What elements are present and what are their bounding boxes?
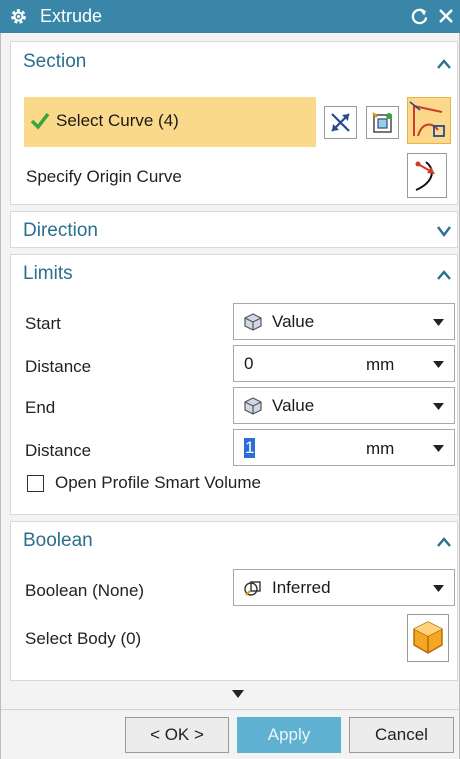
reverse-arrows-icon: [331, 113, 350, 132]
more-options-bar[interactable]: [10, 687, 458, 703]
dropdown-arrow-icon: [433, 403, 444, 410]
select-curve-label: Select Curve (4): [56, 111, 179, 130]
reverse-curve-button[interactable]: [324, 106, 357, 139]
end-label: End: [25, 398, 56, 417]
curve-selection-button[interactable]: [407, 97, 451, 144]
limits-panel: Limits Start Value Distance 0 mm End Val…: [10, 254, 458, 515]
start-distance-label: Distance: [25, 357, 92, 376]
origin-curve-icon: [415, 161, 435, 191]
specify-origin-label: Specify Origin Curve: [26, 167, 182, 186]
boolean-label: Boolean (None): [25, 581, 145, 600]
dropdown-arrow-icon: [433, 361, 444, 368]
sketch-section-button[interactable]: [366, 106, 399, 139]
start-distance-unit: mm: [366, 355, 395, 374]
dialog-body: Section Select Curve (4) Specify Origin …: [0, 33, 460, 759]
apply-button[interactable]: Apply: [237, 717, 341, 753]
curve-icon: [409, 101, 445, 137]
start-label: Start: [25, 314, 61, 333]
specify-origin-button[interactable]: [407, 153, 447, 198]
start-distance-field[interactable]: 0 mm: [233, 345, 455, 382]
section-panel: Section Select Curve (4) Specify Origin …: [10, 41, 458, 205]
start-value: Value: [272, 312, 315, 331]
open-profile-checkbox[interactable]: [27, 475, 44, 492]
chevron-up-icon[interactable]: [436, 536, 452, 548]
chevron-down-icon[interactable]: [436, 225, 452, 237]
body-cube-icon: [413, 621, 443, 654]
select-curve-row[interactable]: Select Curve (4): [24, 97, 316, 147]
boolean-title[interactable]: Boolean: [23, 530, 93, 552]
ok-button[interactable]: < OK >: [125, 717, 229, 753]
limits-title[interactable]: Limits: [23, 263, 73, 285]
boolean-panel: Boolean Boolean (None) Inferred Select B…: [10, 521, 458, 681]
dropdown-arrow-icon: [433, 319, 444, 326]
reset-icon[interactable]: [410, 7, 429, 26]
start-dropdown[interactable]: Value: [233, 303, 455, 340]
value-cube-icon: [244, 313, 262, 331]
value-cube-icon: [244, 397, 262, 415]
title-bar: Extrude: [0, 0, 460, 33]
gear-icon[interactable]: [9, 7, 28, 26]
end-distance-unit: mm: [366, 439, 395, 458]
select-body-label: Select Body (0): [25, 629, 142, 648]
chevron-up-icon[interactable]: [436, 269, 452, 281]
direction-title[interactable]: Direction: [23, 220, 98, 242]
divider: [1, 709, 459, 710]
boolean-value: Inferred: [272, 578, 331, 597]
open-profile-label: Open Profile Smart Volume: [55, 473, 261, 492]
select-body-button[interactable]: [407, 614, 449, 662]
expand-arrow-icon: [232, 690, 244, 698]
direction-panel: Direction: [10, 211, 458, 248]
close-icon[interactable]: [437, 7, 455, 25]
start-distance-value: 0: [244, 354, 254, 373]
end-distance-field[interactable]: 1 mm: [233, 429, 455, 466]
dropdown-arrow-icon: [433, 585, 444, 592]
end-dropdown[interactable]: Value: [233, 387, 455, 424]
end-distance-value: 1: [244, 438, 256, 458]
sketch-section-icon: [372, 112, 392, 133]
chevron-up-icon[interactable]: [436, 58, 452, 70]
cancel-button[interactable]: Cancel: [349, 717, 454, 753]
boolean-dropdown[interactable]: Inferred: [233, 569, 455, 606]
section-title[interactable]: Section: [23, 51, 86, 73]
dropdown-arrow-icon: [433, 445, 444, 452]
end-value: Value: [272, 396, 315, 415]
end-distance-label: Distance: [25, 441, 92, 460]
boolean-inferred-icon: [244, 581, 261, 596]
window-title: Extrude: [40, 6, 103, 26]
checkmark-icon: [30, 112, 50, 130]
